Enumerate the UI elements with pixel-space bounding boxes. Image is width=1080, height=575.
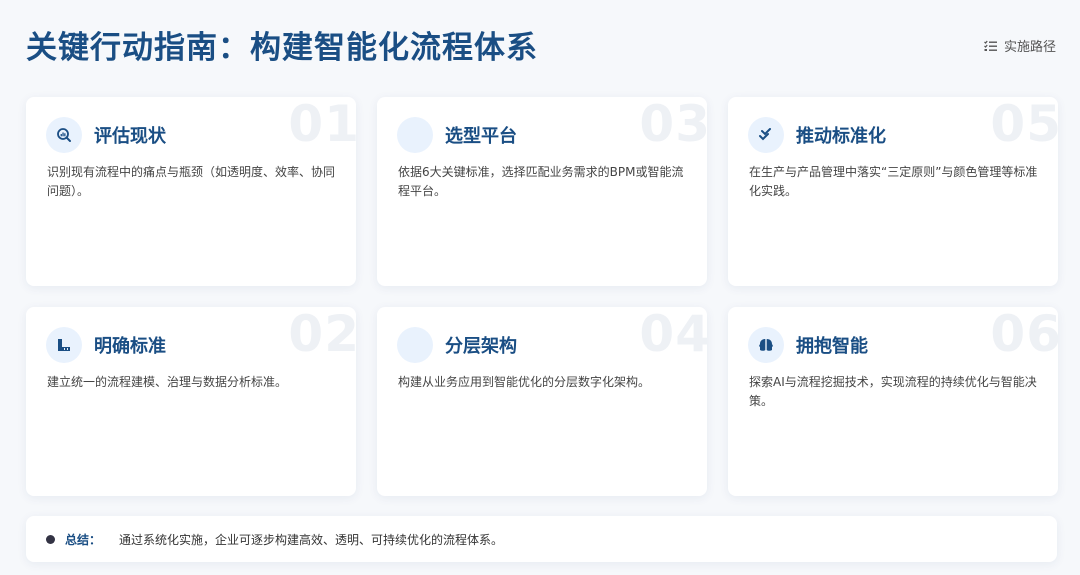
card-select-platform[interactable]: 03 选型平台 依据6大关键标准，选择匹配业务需求的BPM或智能流程平台。 <box>377 97 707 286</box>
implementation-path-link[interactable]: 实施路径 <box>984 36 1056 55</box>
page-title: 关键行动指南：构建智能化流程体系 <box>26 30 538 66</box>
card-title: 选型平台 <box>445 126 517 147</box>
card-description: 依据6大关键标准，选择匹配业务需求的BPM或智能流程平台。 <box>398 165 684 198</box>
ruler-icon <box>46 327 82 363</box>
brain-icon <box>748 327 784 363</box>
card-define-standards[interactable]: 02 明确标准 建立统一的流程建模、治理与数据分析标准。 <box>26 307 356 496</box>
card-title: 评估现状 <box>94 126 166 147</box>
action-cards-grid: 01 评估现状 识别现有流程中的痛点与瓶颈（如透明度、效率、协同问题）。 03 … <box>26 97 1058 496</box>
card-description: 建立统一的流程建模、治理与数据分析标准。 <box>47 375 288 389</box>
card-number: 01 <box>288 97 356 153</box>
card-number: 06 <box>990 307 1058 363</box>
summary-bar: 总结： 通过系统化实施，企业可逐步构建高效、透明、可持续优化的流程体系。 <box>26 516 1057 562</box>
search-chart-icon <box>46 117 82 153</box>
blank-icon <box>397 117 433 153</box>
card-standardization[interactable]: 05 推动标准化 在生产与产品管理中落实“三定原则”与颜色管理等标准化实践。 <box>728 97 1058 286</box>
card-number: 02 <box>288 307 356 363</box>
bullet-dot-icon <box>46 534 55 544</box>
card-embrace-intelligence[interactable]: 06 拥抱智能 探索AI与流程挖掘技术，实现流程的持续优化与智能决策。 <box>728 307 1058 496</box>
card-number: 05 <box>990 97 1058 153</box>
card-title: 拥抱智能 <box>796 336 868 357</box>
card-description: 识别现有流程中的痛点与瓶颈（如透明度、效率、协同问题）。 <box>47 165 336 198</box>
card-number: 03 <box>639 97 707 153</box>
blank-icon <box>397 327 433 363</box>
card-evaluate-status[interactable]: 01 评估现状 识别现有流程中的痛点与瓶颈（如透明度、效率、协同问题）。 <box>26 97 356 286</box>
summary-text: 通过系统化实施，企业可逐步构建高效、透明、可持续优化的流程体系。 <box>119 532 504 547</box>
path-link-label: 实施路径 <box>1003 40 1056 55</box>
summary-label: 总结： <box>65 532 102 547</box>
card-description: 在生产与产品管理中落实“三定原则”与颜色管理等标准化实践。 <box>749 165 1038 198</box>
list-check-icon <box>984 40 997 52</box>
double-check-icon <box>748 117 784 153</box>
card-layered-architecture[interactable]: 04 分层架构 构建从业务应用到智能优化的分层数字化架构。 <box>377 307 707 496</box>
card-title: 推动标准化 <box>796 126 886 147</box>
card-description: 构建从业务应用到智能优化的分层数字化架构。 <box>398 375 651 389</box>
card-description: 探索AI与流程挖掘技术，实现流程的持续优化与智能决策。 <box>749 375 1037 408</box>
card-title: 明确标准 <box>94 336 166 357</box>
card-number: 04 <box>639 307 707 363</box>
card-title: 分层架构 <box>445 336 517 357</box>
